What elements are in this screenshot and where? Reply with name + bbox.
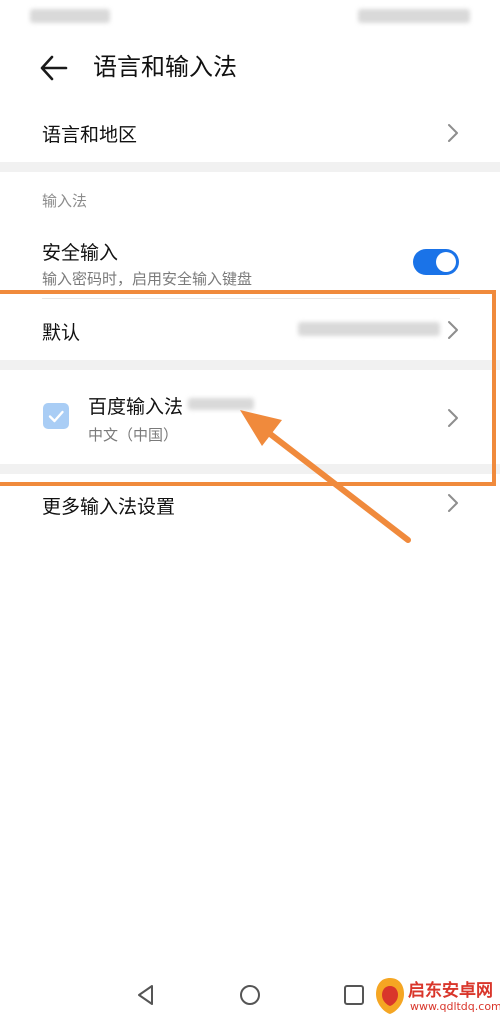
chevron-right-icon <box>448 494 458 512</box>
nav-back-icon[interactable] <box>134 983 158 1007</box>
status-bar-left-blur <box>30 9 110 23</box>
chevron-right-icon <box>448 124 458 142</box>
secure-input-toggle[interactable] <box>413 249 459 275</box>
status-bar <box>0 0 500 34</box>
toggle-knob <box>436 252 456 272</box>
more-input-settings-label: 更多输入法设置 <box>42 496 176 518</box>
watermark-url: www.qdltdq.com <box>410 1000 500 1013</box>
watermark: 启东安卓网 www.qdltdq.com <box>372 972 500 1020</box>
header: 语言和输入法 <box>0 40 500 96</box>
back-arrow-icon[interactable] <box>36 50 76 86</box>
page-title: 语言和输入法 <box>93 53 237 81</box>
nav-recents-icon[interactable] <box>342 983 366 1007</box>
secure-input-label: 安全输入 <box>42 242 119 264</box>
nav-home-icon[interactable] <box>238 983 262 1007</box>
secure-input-description: 输入密码时，启用安全输入键盘 <box>42 270 253 288</box>
status-bar-right-blur <box>358 9 470 23</box>
annotation-highlight-box <box>0 290 496 486</box>
watermark-logo-icon <box>376 978 404 1014</box>
language-region-label: 语言和地区 <box>42 124 138 146</box>
watermark-text: 启东安卓网 <box>408 981 493 1001</box>
section-divider <box>0 162 500 172</box>
section-title-input-method: 输入法 <box>42 192 88 210</box>
language-region-row[interactable]: 语言和地区 <box>0 104 500 162</box>
